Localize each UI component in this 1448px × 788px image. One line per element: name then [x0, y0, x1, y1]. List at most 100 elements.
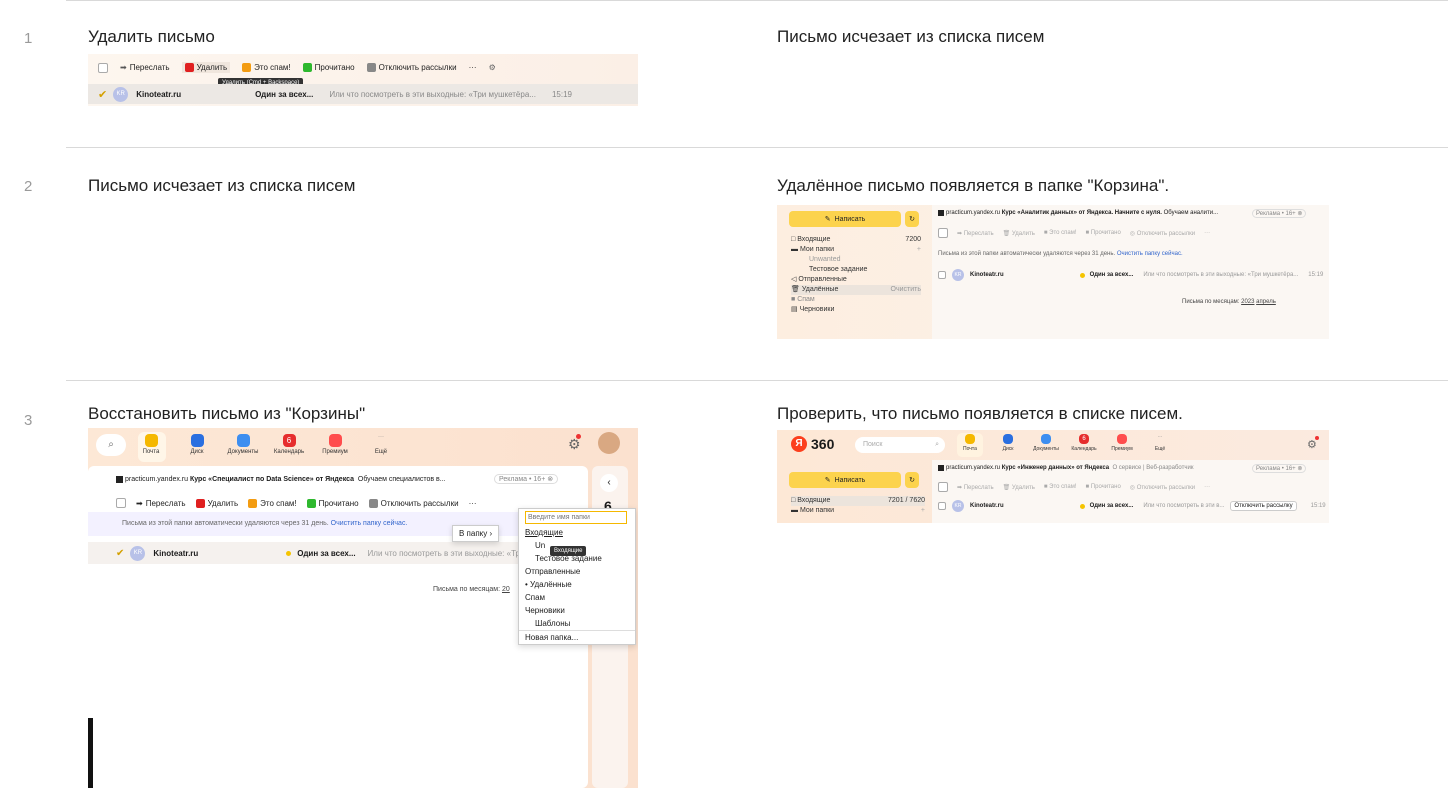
- delete-button[interactable]: 🗑 Удалить: [1003, 230, 1035, 237]
- plus-icon[interactable]: +: [921, 506, 925, 516]
- read-button[interactable]: Прочитано: [302, 63, 355, 72]
- sidebar-item-inbox[interactable]: □ Входящие 7201 / 7620: [791, 496, 925, 506]
- month-link[interactable]: апрель: [1256, 299, 1276, 305]
- app-disk[interactable]: Диск: [993, 434, 1023, 452]
- app-mail[interactable]: Почта: [955, 434, 985, 452]
- avatar: KR: [952, 500, 964, 512]
- year-link[interactable]: 2023: [1241, 299, 1254, 305]
- sidebar-item-myfolders[interactable]: ▬ Мои папки +: [791, 506, 925, 516]
- avatar[interactable]: [598, 432, 620, 454]
- preview: Или что посмотреть в эти выходные: «Три …: [1143, 272, 1299, 278]
- chevron-right-icon: ›: [489, 529, 493, 538]
- clear-link[interactable]: Очистить папку сейчас.: [1117, 251, 1183, 257]
- folder-item[interactable]: • Удалённые: [519, 578, 635, 591]
- delete-button[interactable]: 🗑 Удалить: [1003, 484, 1035, 491]
- checkmark-icon[interactable]: ✔: [98, 88, 107, 101]
- delete-button[interactable]: Удалить: [195, 498, 238, 508]
- folder-item[interactable]: Входящие: [519, 526, 635, 539]
- app-disk[interactable]: Диск: [182, 434, 212, 455]
- read-button[interactable]: ■ Прочитано: [1086, 484, 1121, 490]
- gear-icon[interactable]: ⚙: [489, 63, 496, 72]
- chevron-left-icon[interactable]: ‹: [600, 474, 618, 492]
- sidebar-item-deleted[interactable]: 🗑 Удалённые Очистить: [791, 285, 921, 295]
- ad-label[interactable]: Реклама • 16+ ⊗: [1252, 464, 1307, 473]
- mail-row[interactable]: KR Kinoteatr.ru Один за всех... Или что …: [932, 498, 1329, 514]
- app-premium[interactable]: Премиум: [1107, 434, 1137, 452]
- unsubscribe-row-button[interactable]: Отключить рассылку: [1230, 501, 1297, 511]
- folder-item[interactable]: Спам: [519, 591, 635, 604]
- unsubscribe-button[interactable]: Отключить рассылки: [368, 498, 459, 508]
- forward-button[interactable]: ➡ Переслать: [136, 499, 186, 508]
- search-icon[interactable]: ⌕: [96, 434, 126, 456]
- select-checkbox[interactable]: [938, 271, 946, 279]
- ad-label[interactable]: Реклама • 16+ ⊗: [494, 474, 559, 484]
- sidebar-item-spam[interactable]: ■ Спам: [791, 295, 921, 305]
- move-to-folder-button[interactable]: В папку ›: [452, 525, 500, 542]
- sidebar-item-drafts[interactable]: ▤ Черновики: [791, 305, 921, 315]
- sidebar-item-sent[interactable]: ◁ Отправленные: [791, 275, 921, 285]
- new-folder-item[interactable]: Новая папка...: [519, 631, 635, 644]
- more-button[interactable]: ···: [469, 499, 477, 508]
- mail-row[interactable]: KR Kinoteatr.ru Один за всех... Или что …: [932, 267, 1329, 283]
- mail-row[interactable]: ✔ KR Kinoteatr.ru Один за всех... Или чт…: [88, 84, 638, 104]
- more-button[interactable]: ···: [1204, 230, 1210, 236]
- refresh-button[interactable]: ↻: [905, 472, 919, 488]
- refresh-button[interactable]: ↻: [905, 211, 919, 227]
- app-premium[interactable]: Премиум: [320, 434, 350, 455]
- select-checkbox[interactable]: [98, 62, 108, 73]
- step-action: Письмо исчезает из списка писем: [88, 176, 356, 195]
- unsubscribe-button[interactable]: ◎ Отключить рассылки: [1130, 484, 1195, 491]
- spam-button[interactable]: Это спам!: [248, 498, 297, 508]
- app-more[interactable]: ··· Ещё: [1145, 434, 1175, 452]
- forward-button[interactable]: ➡ Переслать: [120, 63, 170, 72]
- search-input[interactable]: Поиск ⌕: [855, 437, 945, 453]
- spam-button[interactable]: ■ Это спам!: [1044, 230, 1077, 236]
- more-button[interactable]: ···: [469, 63, 477, 72]
- plus-icon[interactable]: +: [917, 245, 921, 255]
- folder-item[interactable]: Отправленные: [519, 565, 635, 578]
- compose-button[interactable]: ✎ Написать: [789, 472, 901, 488]
- sidebar-item-test[interactable]: Тестовое задание: [791, 265, 921, 275]
- ad-label[interactable]: Реклама • 16+ ⊗: [1252, 209, 1307, 218]
- clear-link[interactable]: Очистить папку сейчас.: [331, 520, 408, 527]
- folder-search-input[interactable]: [525, 511, 627, 524]
- spam-button[interactable]: Это спам!: [242, 63, 291, 72]
- compose-button[interactable]: ✎ Написать: [789, 211, 901, 227]
- ad-banner[interactable]: practicum.yandex.ru Курс «Аналитик данны…: [938, 210, 1218, 216]
- forward-button[interactable]: ➡ Переслать: [957, 230, 994, 237]
- envelope-icon: [306, 498, 316, 508]
- folder-item[interactable]: Шаблоны: [519, 617, 635, 631]
- gear-icon[interactable]: ⚙: [1307, 438, 1317, 451]
- checkmark-icon[interactable]: ✔: [116, 548, 124, 559]
- forward-button[interactable]: ➡ Переслать: [957, 484, 994, 491]
- ad-banner[interactable]: practicum.yandex.ru Курс «Специалист по …: [116, 476, 446, 483]
- app-calendar[interactable]: 6 Календарь: [1069, 434, 1099, 452]
- folder-item[interactable]: Черновики: [519, 604, 635, 617]
- sidebar-item-inbox[interactable]: □ Входящие 7200: [791, 235, 921, 245]
- mail-row[interactable]: ✔ KR Kinoteatr.ru Один за всех... Или чт…: [88, 542, 588, 564]
- more-button[interactable]: ···: [1204, 484, 1210, 490]
- unsubscribe-button[interactable]: Отключить рассылки: [366, 63, 457, 72]
- app-more[interactable]: ··· Ещё: [366, 434, 396, 455]
- logo[interactable]: Я 360: [791, 436, 834, 452]
- app-calendar[interactable]: 6 Календарь: [274, 434, 304, 455]
- search-icon: ⌕: [935, 441, 939, 448]
- select-checkbox[interactable]: [116, 498, 126, 508]
- scrollbar[interactable]: [88, 718, 93, 788]
- year-link[interactable]: 20: [502, 586, 510, 593]
- ad-banner[interactable]: practicum.yandex.ru Курс «Инженер данных…: [938, 465, 1193, 471]
- read-button[interactable]: ■ Прочитано: [1086, 230, 1121, 236]
- app-docs[interactable]: Документы: [1031, 434, 1061, 452]
- app-docs[interactable]: Документы: [228, 434, 258, 455]
- select-checkbox[interactable]: [938, 502, 946, 510]
- unsubscribe-button[interactable]: ◎ Отключить рассылки: [1130, 230, 1195, 237]
- select-checkbox[interactable]: [938, 228, 948, 238]
- select-checkbox[interactable]: [938, 482, 948, 492]
- read-button[interactable]: Прочитано: [306, 498, 359, 508]
- delete-button[interactable]: Удалить: [181, 62, 231, 73]
- sidebar-item-myfolders[interactable]: ▬ Мои папки +: [791, 245, 921, 255]
- notification-dot: [576, 434, 581, 439]
- sidebar-item-unwanted[interactable]: Unwanted: [791, 255, 921, 265]
- spam-button[interactable]: ■ Это спам!: [1044, 484, 1077, 490]
- app-mail[interactable]: Почта: [136, 434, 166, 455]
